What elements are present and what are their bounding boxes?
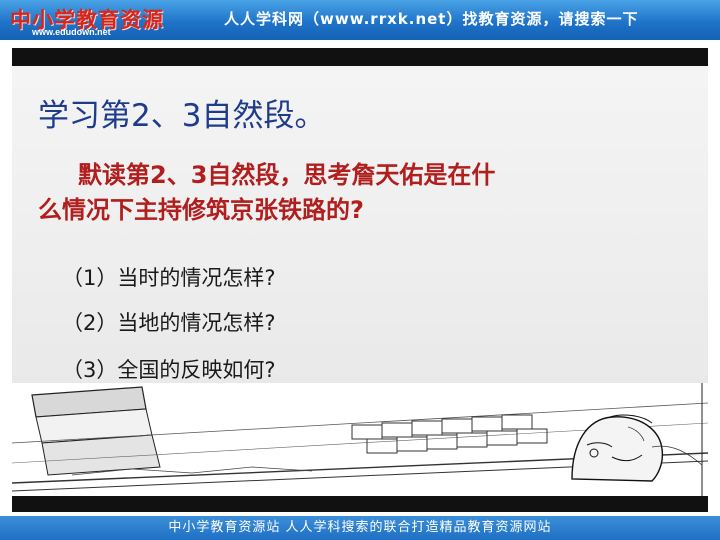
railway-sketch-image (11, 383, 709, 496)
banner-slogan[interactable]: 人人学科网（www.rrxk.net）找教育资源，请搜索一下 (224, 8, 638, 29)
footer-text[interactable]: 中小学教育资源站 人人学科搜索的联合打造精品教育资源网站 (168, 520, 551, 535)
site-logo-url[interactable]: www.edudown.net (32, 27, 111, 37)
sub-question-2: （2）当地的情况怎样? (62, 311, 276, 335)
sub-question-3: （3）全国的反映如何? (62, 358, 276, 382)
sub-question-1: （1）当时的情况怎样? (62, 266, 276, 290)
main-question: 默读第2、3自然段，思考詹天佑是在什 么情况下主持修筑京张铁路的? (38, 158, 658, 228)
question-line-2: 么情况下主持修筑京张铁路的? (38, 196, 364, 224)
slide-title: 学习第2、3自然段。 (38, 98, 326, 134)
sketch-illustration (11, 383, 709, 496)
question-line-1: 默读第2、3自然段，思考詹天佑是在什 (78, 161, 496, 189)
footer-banner: 中小学教育资源站 人人学科搜索的联合打造精品教育资源网站 (0, 516, 720, 540)
top-banner: 中小学教育资源 www.edudown.net 人人学科网（www.rrxk.n… (0, 0, 720, 40)
